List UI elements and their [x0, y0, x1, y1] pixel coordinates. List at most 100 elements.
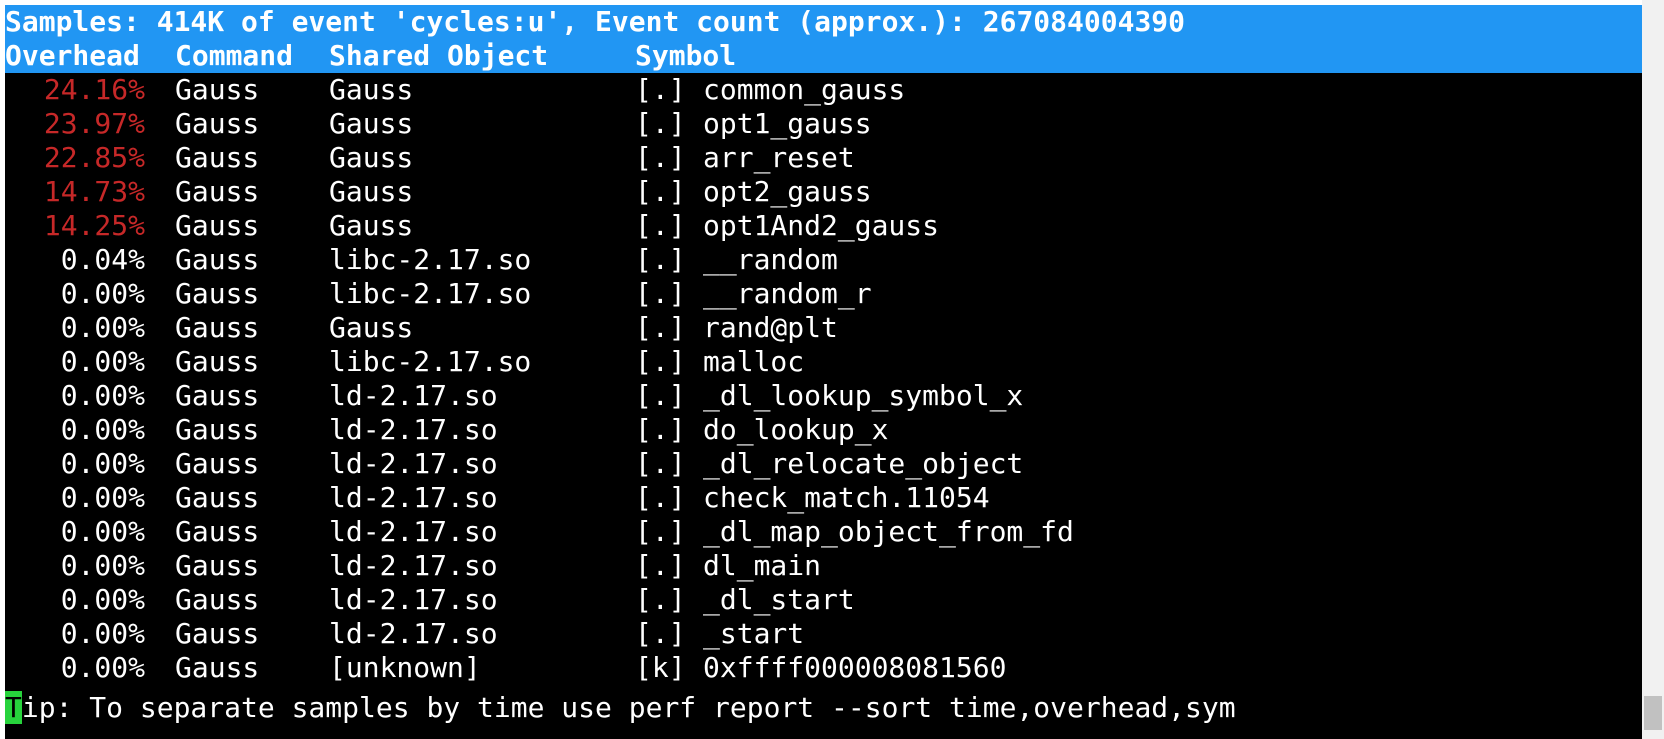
table-row[interactable]: 0.00% Gauss [unknown] [k] 0xffff000008081560: [5, 651, 1642, 685]
row-command: Gauss: [175, 243, 260, 276]
row-symbol-type: [k]: [635, 651, 686, 684]
table-row[interactable]: 0.00% Gauss ld-2.17.so [.] do_lookup_x: [5, 413, 1642, 447]
samples-summary: Samples: 414K of event 'cycles:u', Event…: [5, 5, 1186, 38]
table-row[interactable]: 0.00% Gauss libc-2.17.so [.] malloc: [5, 345, 1642, 379]
row-command: Gauss: [175, 277, 260, 310]
table-row[interactable]: 14.25% Gauss Gauss [.] opt1And2_gauss: [5, 209, 1642, 243]
row-symbol-type: [.]: [635, 583, 686, 616]
row-command: Gauss: [175, 379, 260, 412]
row-command: Gauss: [175, 651, 260, 684]
column-header-overhead: Overhead: [5, 39, 140, 72]
row-symbol-type: [.]: [635, 73, 686, 106]
row-shared-object: ld-2.17.so: [329, 583, 498, 616]
row-command: Gauss: [175, 617, 260, 650]
table-row[interactable]: 0.00% Gauss ld-2.17.so [.] _dl_map_object_fr…: [5, 515, 1642, 549]
row-overhead: 0.00%: [60, 651, 145, 684]
row-command: Gauss: [175, 345, 260, 378]
row-symbol: opt2_gauss: [703, 175, 872, 208]
row-shared-object: ld-2.17.so: [329, 379, 498, 412]
table-row[interactable]: 0.00% Gauss ld-2.17.so [.] check_match.11054: [5, 481, 1642, 515]
table-row[interactable]: 0.00% Gauss ld-2.17.so [.] dl_main: [5, 549, 1642, 583]
table-row[interactable]: 24.16% Gauss Gauss [.] common_gauss: [5, 73, 1642, 107]
row-shared-object: ld-2.17.so: [329, 617, 498, 650]
row-symbol-type: [.]: [635, 515, 686, 548]
row-command: Gauss: [175, 447, 260, 480]
table-row[interactable]: 0.00% Gauss ld-2.17.so [.] _dl_lookup_symbol…: [5, 379, 1642, 413]
row-command: Gauss: [175, 107, 260, 140]
column-headers: Overhead Command Shared Object Symbol: [5, 39, 1642, 73]
row-command: Gauss: [175, 413, 260, 446]
row-command: Gauss: [175, 141, 260, 174]
row-shared-object: libc-2.17.so: [329, 345, 532, 378]
row-overhead: 24.16%: [43, 73, 145, 106]
row-overhead: 0.00%: [60, 447, 145, 480]
tip-line: Tip: To separate samples by time use per…: [5, 691, 1236, 725]
row-shared-object: ld-2.17.so: [329, 481, 498, 514]
row-symbol-type: [.]: [635, 311, 686, 344]
row-shared-object: libc-2.17.so: [329, 243, 532, 276]
row-shared-object: Gauss: [329, 141, 414, 174]
row-shared-object: Gauss: [329, 209, 414, 242]
row-symbol-type: [.]: [635, 345, 686, 378]
row-symbol: arr_reset: [703, 141, 855, 174]
row-shared-object: ld-2.17.so: [329, 549, 498, 582]
row-symbol: malloc: [703, 345, 805, 378]
row-shared-object: ld-2.17.so: [329, 413, 498, 446]
row-command: Gauss: [175, 583, 260, 616]
tip-text: ip: To separate samples by time use perf…: [21, 691, 1236, 724]
row-shared-object: ld-2.17.so: [329, 447, 498, 480]
row-overhead: 23.97%: [43, 107, 145, 140]
table-row[interactable]: 22.85% Gauss Gauss [.] arr_reset: [5, 141, 1642, 175]
row-overhead: 0.00%: [60, 549, 145, 582]
table-row[interactable]: 0.00% Gauss Gauss [.] rand@plt: [5, 311, 1642, 345]
row-symbol: opt1_gauss: [703, 107, 872, 140]
perf-report-terminal[interactable]: Samples: 414K of event 'cycles:u', Event…: [5, 5, 1642, 739]
row-overhead: 0.04%: [60, 243, 145, 276]
row-overhead: 0.00%: [60, 277, 145, 310]
row-symbol: __random: [703, 243, 838, 276]
row-symbol: rand@plt: [703, 311, 838, 344]
row-shared-object: libc-2.17.so: [329, 277, 532, 310]
row-overhead: 14.25%: [43, 209, 145, 242]
table-row[interactable]: 0.00% Gauss ld-2.17.so [.] _start: [5, 617, 1642, 651]
report-header: Samples: 414K of event 'cycles:u', Event…: [5, 5, 1642, 73]
row-command: Gauss: [175, 515, 260, 548]
table-row[interactable]: 0.00% Gauss ld-2.17.so [.] _dl_start: [5, 583, 1642, 617]
column-header-shared-object: Shared Object: [329, 39, 549, 72]
row-symbol: _dl_start: [703, 583, 855, 616]
table-row[interactable]: 0.00% Gauss ld-2.17.so [.] _dl_relocate_obje…: [5, 447, 1642, 481]
row-symbol: do_lookup_x: [703, 413, 889, 446]
table-row[interactable]: 14.73% Gauss Gauss [.] opt2_gauss: [5, 175, 1642, 209]
row-shared-object: Gauss: [329, 107, 414, 140]
row-symbol: __random_r: [703, 277, 872, 310]
row-symbol: _dl_map_object_from_fd: [703, 515, 1074, 548]
row-symbol-type: [.]: [635, 141, 686, 174]
row-symbol-type: [.]: [635, 413, 686, 446]
scrollbar-thumb[interactable]: [1644, 696, 1662, 730]
table-row[interactable]: 0.04% Gauss libc-2.17.so [.] __random: [5, 243, 1642, 277]
row-symbol-type: [.]: [635, 243, 686, 276]
row-overhead: 0.00%: [60, 413, 145, 446]
table-row[interactable]: 0.00% Gauss libc-2.17.so [.] __random_r: [5, 277, 1642, 311]
row-overhead: 0.00%: [60, 345, 145, 378]
row-shared-object: ld-2.17.so: [329, 515, 498, 548]
row-overhead: 22.85%: [43, 141, 145, 174]
row-shared-object: Gauss: [329, 311, 414, 344]
window-scrollbar[interactable]: [1642, 0, 1664, 739]
row-symbol-type: [.]: [635, 175, 686, 208]
table-row[interactable]: 23.97% Gauss Gauss [.] opt1_gauss: [5, 107, 1642, 141]
row-command: Gauss: [175, 549, 260, 582]
column-header-symbol: Symbol: [635, 39, 737, 72]
column-header-command: Command: [175, 39, 294, 72]
row-symbol: opt1And2_gauss: [703, 209, 940, 242]
row-symbol-type: [.]: [635, 617, 686, 650]
row-overhead: 14.73%: [43, 175, 145, 208]
row-command: Gauss: [175, 311, 260, 344]
row-overhead: 0.00%: [60, 481, 145, 514]
row-symbol-type: [.]: [635, 481, 686, 514]
row-shared-object: [unknown]: [329, 651, 481, 684]
row-symbol: common_gauss: [703, 73, 906, 106]
report-rows: 24.16% Gauss Gauss [.] common_gauss 23.97% Gau…: [5, 73, 1642, 685]
row-symbol-type: [.]: [635, 549, 686, 582]
row-shared-object: Gauss: [329, 73, 414, 106]
